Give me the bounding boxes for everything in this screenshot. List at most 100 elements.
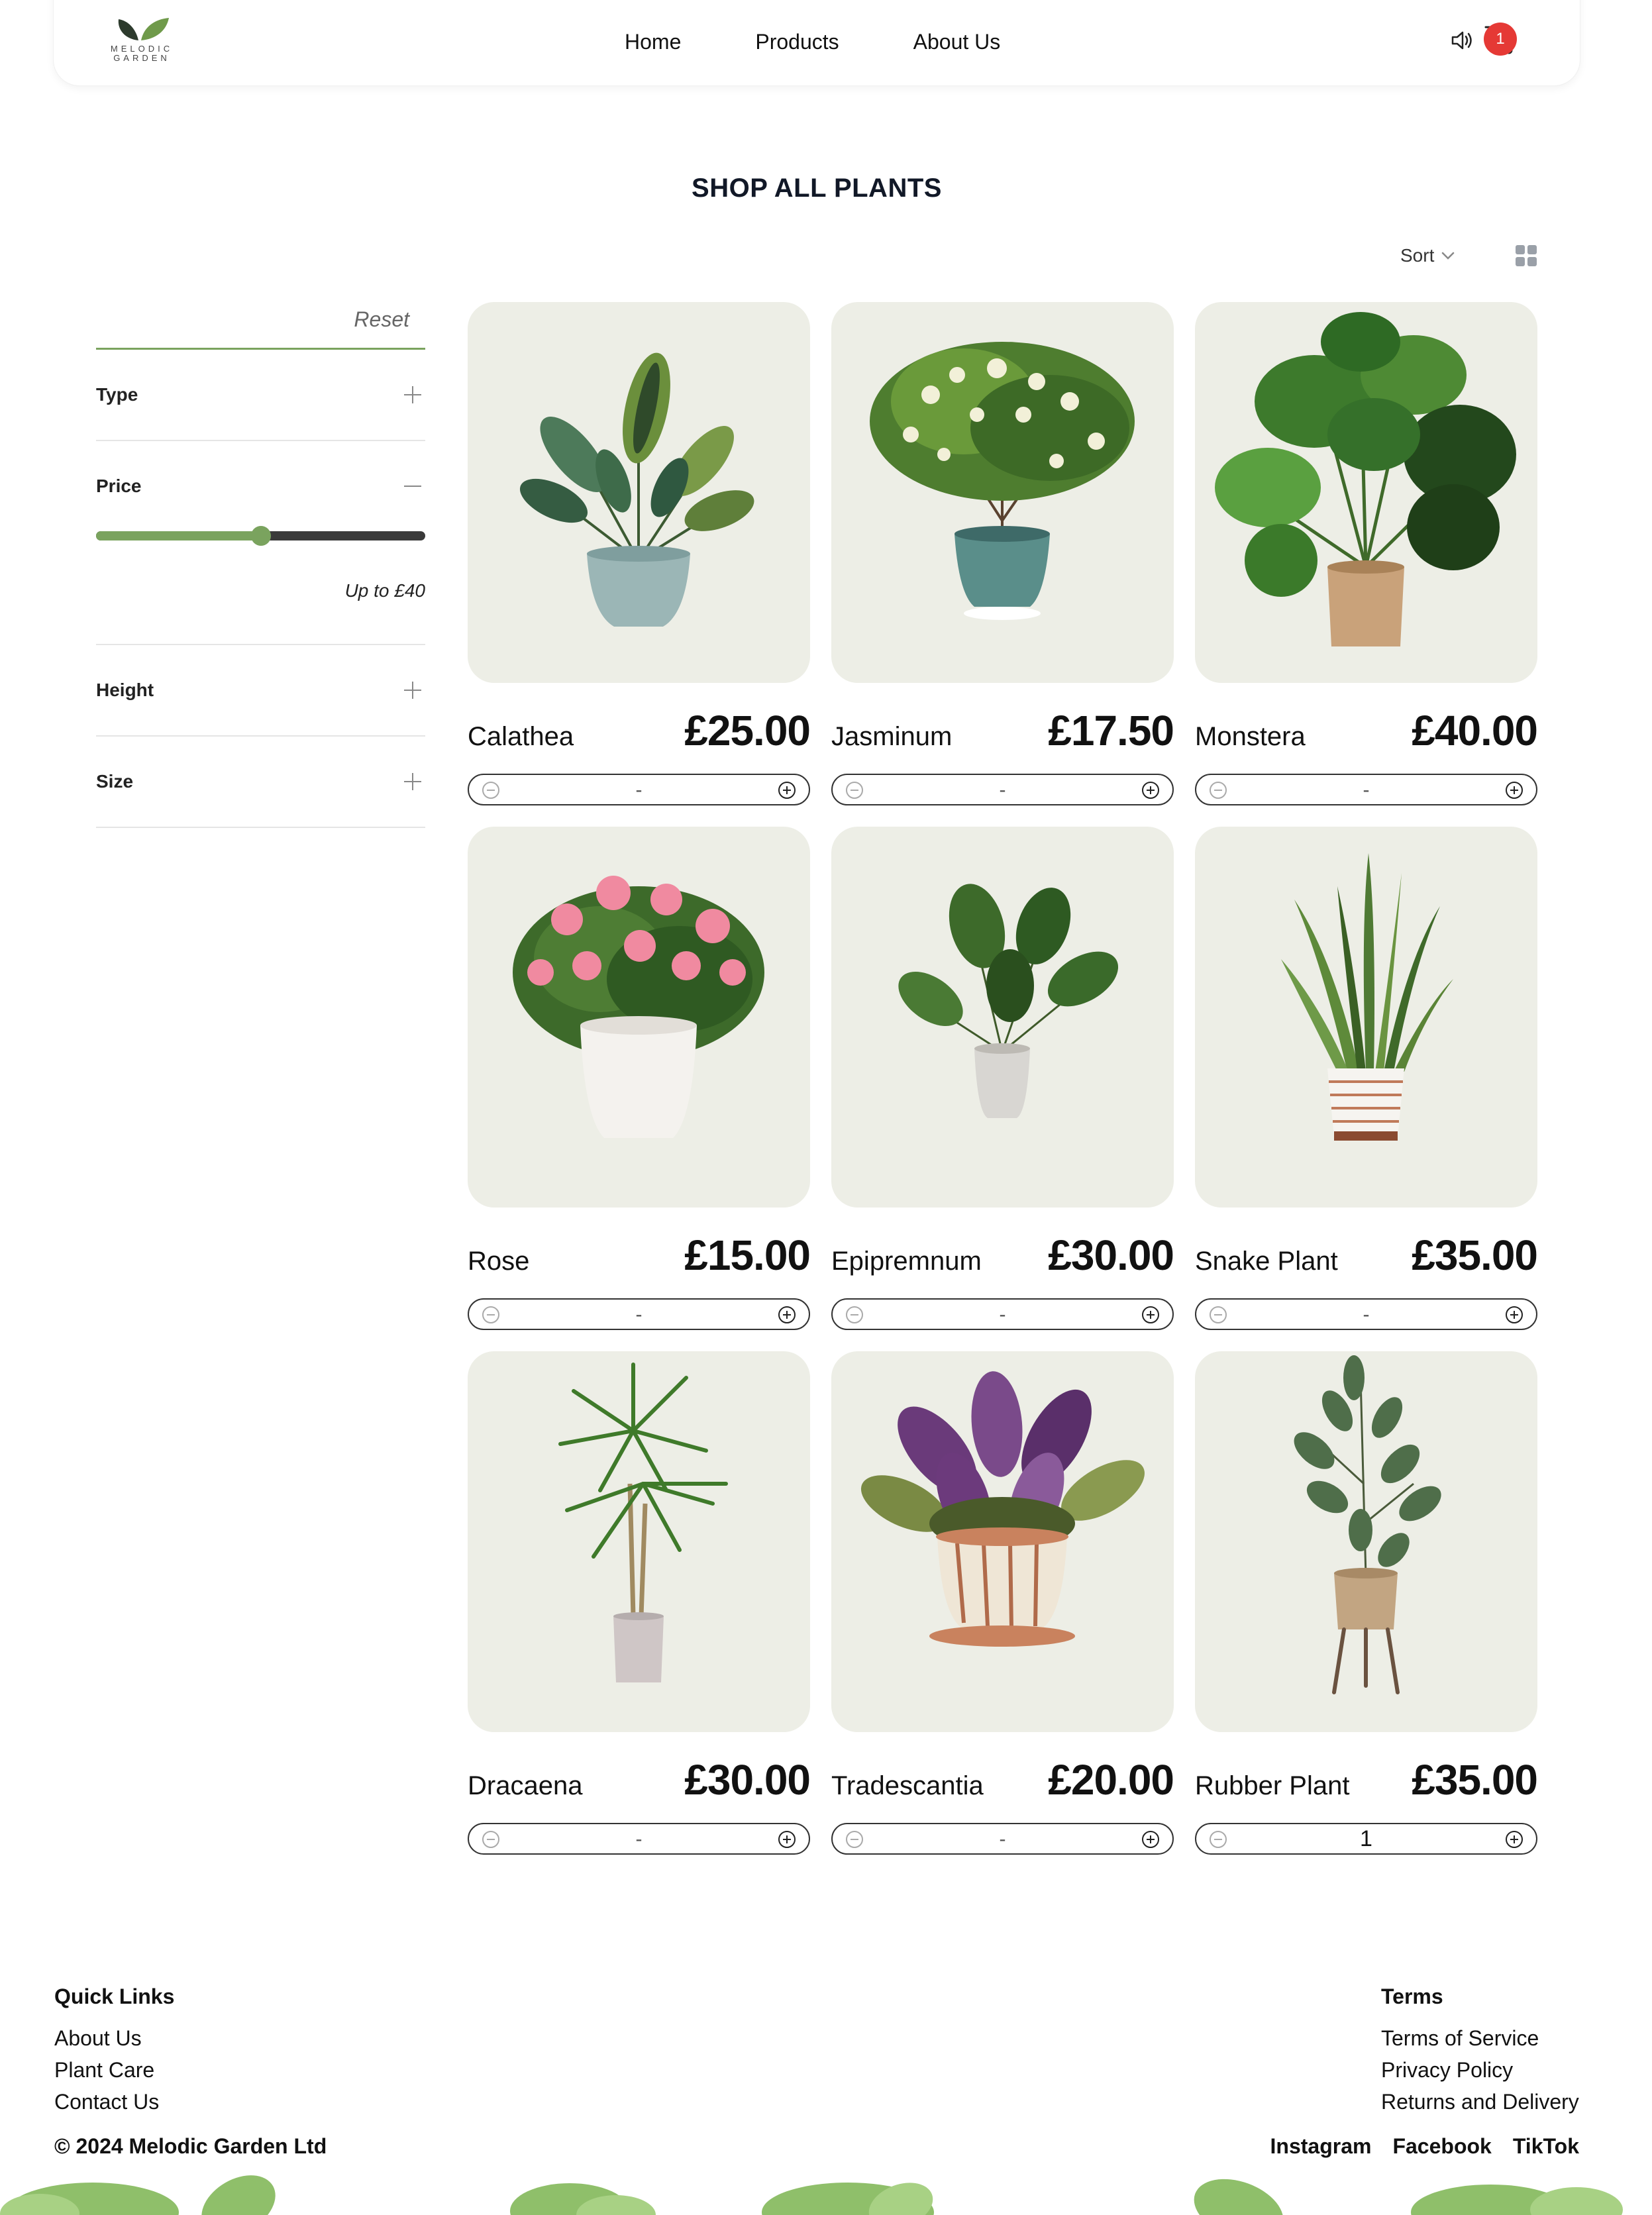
brand-logo[interactable]: MELODIC GARDEN [105, 14, 178, 67]
footer-link-contact-us[interactable]: Contact Us [54, 2086, 174, 2118]
social-link-facebook[interactable]: Facebook [1392, 2134, 1491, 2159]
grid-view-icon[interactable] [1514, 244, 1538, 268]
increase-quantity-icon[interactable] [778, 782, 796, 799]
snake-plant-image [1281, 853, 1453, 1141]
filter-price-label: Price [96, 476, 142, 496]
plus-icon[interactable] [404, 773, 421, 790]
quantity-value[interactable]: - [469, 779, 809, 801]
product-image[interactable] [831, 302, 1174, 683]
product-grid: Calathea £25.00 - Jasminum £17.50 - Mons… [468, 302, 1538, 1876]
decorative-leaves-border [0, 2175, 1623, 2215]
quantity-value[interactable]: - [469, 1828, 809, 1851]
product-price: £20.00 [1048, 1756, 1174, 1804]
increase-quantity-icon[interactable] [1506, 1831, 1523, 1848]
product-name[interactable]: Jasminum [831, 722, 952, 752]
filter-height: Height [96, 645, 425, 737]
filter-size-header[interactable]: Size [96, 737, 425, 827]
reset-filters-button[interactable]: Reset [96, 291, 425, 350]
product-image[interactable] [468, 302, 810, 683]
footer-link-returns-delivery[interactable]: Returns and Delivery [1381, 2086, 1579, 2118]
increase-quantity-icon[interactable] [1506, 782, 1523, 799]
quantity-stepper: - [468, 1298, 810, 1330]
product-card: Rose £15.00 - [468, 827, 811, 1351]
price-slider[interactable] [96, 526, 425, 546]
monstera-plant-image [1215, 312, 1516, 646]
product-image[interactable] [1195, 827, 1537, 1208]
plus-icon[interactable] [404, 386, 421, 403]
product-info: Monstera £40.00 [1195, 706, 1538, 755]
footer-link-about-us[interactable]: About Us [54, 2022, 174, 2054]
chevron-down-icon [1442, 252, 1455, 260]
product-info: Snake Plant £35.00 [1195, 1231, 1538, 1280]
page-title: SHOP ALL PLANTS [692, 174, 942, 203]
dracaena-plant-image [558, 1363, 728, 1682]
product-name[interactable]: Dracaena [468, 1771, 582, 1801]
quantity-stepper: - [1195, 774, 1537, 805]
product-info: Jasminum £17.50 [831, 706, 1174, 755]
filter-price-header[interactable]: Price [96, 441, 425, 531]
product-name[interactable]: Tradescantia [831, 1771, 984, 1801]
quantity-stepper: - [1195, 1298, 1537, 1330]
product-card: Dracaena £30.00 - [468, 1351, 811, 1876]
product-image[interactable] [1195, 302, 1537, 683]
increase-quantity-icon[interactable] [778, 1831, 796, 1848]
product-name[interactable]: Calathea [468, 722, 574, 752]
price-slider-fill [96, 531, 261, 541]
product-image[interactable] [831, 1351, 1174, 1732]
product-price: £30.00 [684, 1756, 811, 1804]
product-image[interactable] [831, 827, 1174, 1208]
filter-type-header[interactable]: Type [96, 350, 425, 440]
product-name[interactable]: Rubber Plant [1195, 1771, 1349, 1801]
quantity-stepper: - [468, 1823, 810, 1855]
footer-terms: Terms Terms of Service Privacy Policy Re… [1381, 1984, 1579, 2118]
quantity-value[interactable]: - [833, 1304, 1172, 1326]
filter-height-header[interactable]: Height [96, 645, 425, 735]
product-card: Rubber Plant £35.00 1 [1195, 1351, 1538, 1876]
quantity-value[interactable]: - [833, 779, 1172, 801]
product-name[interactable]: Monstera [1195, 722, 1306, 752]
price-slider-handle[interactable] [250, 526, 271, 546]
social-link-instagram[interactable]: Instagram [1270, 2134, 1372, 2159]
product-info: Calathea £25.00 [468, 706, 811, 755]
nav-about-us[interactable]: About Us [913, 30, 1001, 54]
quantity-value[interactable]: - [1196, 779, 1536, 801]
increase-quantity-icon[interactable] [1506, 1306, 1523, 1323]
product-name[interactable]: Snake Plant [1195, 1247, 1338, 1276]
leaf-logo-icon [118, 18, 169, 40]
quantity-value[interactable]: - [469, 1304, 809, 1326]
product-price: £15.00 [684, 1231, 811, 1279]
minus-icon[interactable] [404, 478, 421, 495]
product-image[interactable] [468, 827, 810, 1208]
quantity-stepper: - [831, 1823, 1174, 1855]
jasminum-plant-image [870, 342, 1135, 620]
calathea-plant-image [519, 352, 754, 627]
nav-home[interactable]: Home [625, 30, 681, 54]
product-name[interactable]: Epipremnum [831, 1247, 982, 1276]
product-image[interactable] [1195, 1351, 1537, 1732]
quantity-value[interactable]: 1 [1196, 1826, 1536, 1852]
product-name[interactable]: Rose [468, 1247, 529, 1276]
quantity-value[interactable]: - [1196, 1304, 1536, 1326]
product-card: Epipremnum £30.00 - [831, 827, 1174, 1351]
sort-dropdown[interactable]: Sort [1400, 245, 1455, 266]
increase-quantity-icon[interactable] [1142, 1306, 1159, 1323]
logo-text: MELODIC GARDEN [110, 44, 174, 63]
filter-size-label: Size [96, 771, 134, 792]
product-card: Tradescantia £20.00 - [831, 1351, 1174, 1876]
footer-link-privacy-policy[interactable]: Privacy Policy [1381, 2054, 1579, 2086]
product-card: Monstera £40.00 - [1195, 302, 1538, 827]
increase-quantity-icon[interactable] [778, 1306, 796, 1323]
filter-size: Size [96, 737, 425, 828]
increase-quantity-icon[interactable] [1142, 1831, 1159, 1848]
increase-quantity-icon[interactable] [1142, 782, 1159, 799]
quantity-value[interactable]: - [833, 1828, 1172, 1851]
nav-products[interactable]: Products [755, 30, 839, 54]
plus-icon[interactable] [404, 682, 421, 699]
speaker-icon[interactable] [1450, 28, 1474, 52]
social-link-tiktok[interactable]: TikTok [1513, 2134, 1579, 2159]
product-image[interactable] [468, 1351, 810, 1732]
footer-link-terms-of-service[interactable]: Terms of Service [1381, 2022, 1579, 2054]
product-price: £30.00 [1048, 1231, 1174, 1279]
footer-link-plant-care[interactable]: Plant Care [54, 2054, 174, 2086]
product-price: £35.00 [1412, 1756, 1538, 1804]
